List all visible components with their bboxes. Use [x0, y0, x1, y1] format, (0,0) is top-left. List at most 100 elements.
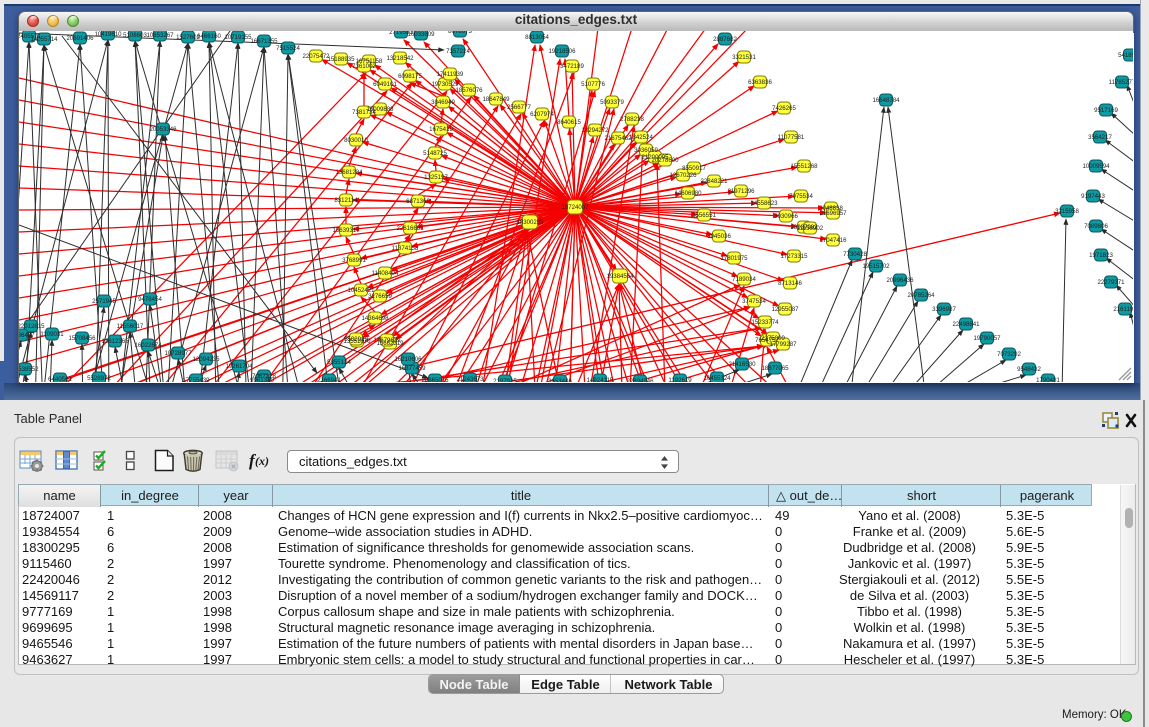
svg-text:12955087: 12955087 — [771, 306, 799, 313]
svg-text:17536477: 17536477 — [19, 332, 35, 339]
svg-text:10538552: 10538552 — [19, 366, 39, 373]
svg-text:21416580: 21416580 — [728, 361, 756, 368]
svg-text:5107776: 5107776 — [581, 81, 605, 88]
svg-text:6049101: 6049101 — [373, 81, 397, 88]
svg-text:16033809: 16033809 — [407, 31, 435, 38]
svg-text:8813054: 8813054 — [525, 34, 549, 41]
svg-text:2788238: 2788238 — [620, 116, 644, 123]
svg-text:15009888: 15009888 — [366, 106, 394, 113]
svg-text:9197443: 9197443 — [1081, 193, 1105, 200]
svg-text:12094235: 12094235 — [192, 356, 220, 363]
svg-text:5148725: 5148725 — [423, 150, 447, 157]
svg-text:14055714: 14055714 — [30, 36, 58, 43]
svg-text:3653446: 3653446 — [548, 378, 572, 382]
svg-text:2571945: 2571945 — [92, 298, 116, 305]
svg-text:5502929: 5502929 — [344, 336, 368, 343]
svg-text:22616631: 22616631 — [396, 225, 424, 232]
svg-text:10009594: 10009594 — [1082, 163, 1110, 170]
svg-text:3276659: 3276659 — [368, 293, 392, 300]
svg-text:17799287: 17799287 — [769, 341, 797, 348]
svg-text:20053346: 20053346 — [149, 126, 177, 133]
svg-text:20785264: 20785264 — [907, 292, 935, 299]
svg-text:7361002: 7361002 — [352, 63, 376, 70]
svg-text:3396987: 3396987 — [932, 306, 956, 313]
svg-text:13218542: 13218542 — [386, 55, 414, 62]
svg-text:22279371: 22279371 — [1097, 279, 1125, 286]
svg-text:6098175: 6098175 — [398, 73, 422, 80]
svg-text:2566777: 2566777 — [507, 104, 531, 111]
svg-text:3321531: 3321531 — [732, 54, 756, 61]
svg-text:1109031: 1109031 — [40, 331, 64, 338]
svg-text:11556017: 11556017 — [117, 323, 144, 330]
svg-text:20691406: 20691406 — [66, 35, 94, 42]
svg-text:22075472: 22075472 — [302, 53, 330, 60]
svg-text:19515702: 19515702 — [862, 263, 890, 270]
svg-text:3030966: 3030966 — [774, 213, 798, 220]
svg-text:7357224: 7357224 — [446, 48, 470, 55]
svg-text:18877065: 18877065 — [761, 365, 789, 372]
svg-text:6207974: 6207974 — [530, 111, 554, 118]
svg-text:20278600: 20278600 — [651, 157, 679, 164]
svg-text:22498841: 22498841 — [952, 321, 980, 328]
svg-text:7089806: 7089806 — [1084, 223, 1108, 230]
svg-text:7073292: 7073292 — [997, 351, 1021, 358]
svg-text:9961380: 9961380 — [250, 377, 274, 382]
svg-text:15639317: 15639317 — [332, 227, 360, 234]
svg-text:21243673: 21243673 — [456, 376, 484, 382]
svg-text:19261704: 19261704 — [225, 363, 253, 370]
svg-text:20996436: 20996436 — [886, 277, 914, 284]
svg-text:19384554: 19384554 — [606, 273, 634, 280]
svg-text:5855124: 5855124 — [327, 359, 351, 366]
svg-text:10653267: 10653267 — [146, 32, 174, 39]
svg-text:18647849: 18647849 — [482, 96, 510, 103]
svg-text:15551268: 15551268 — [790, 163, 818, 170]
svg-text:15188935: 15188935 — [327, 56, 355, 63]
svg-text:9548432: 9548432 — [1017, 366, 1041, 373]
svg-text:3036059: 3036059 — [634, 147, 658, 154]
svg-text:16648784: 16648784 — [872, 97, 900, 104]
svg-text:7515524: 7515524 — [276, 45, 300, 52]
svg-text:16455324: 16455324 — [703, 375, 731, 382]
svg-text:5528972: 5528972 — [87, 375, 111, 382]
svg-text:2161193: 2161193 — [1113, 306, 1133, 313]
svg-text:11374158: 11374158 — [392, 245, 419, 252]
svg-text:1192619: 1192619 — [668, 377, 692, 382]
svg-text:1790481: 1790481 — [1036, 377, 1060, 382]
svg-text:8550917: 8550917 — [682, 165, 706, 172]
svg-text:21696957: 21696957 — [819, 210, 847, 217]
svg-text:11156902: 11156902 — [797, 225, 824, 232]
svg-text:22012815: 22012815 — [19, 323, 45, 330]
svg-text:14606980: 14606980 — [674, 190, 702, 197]
svg-text:16022674: 16022674 — [134, 342, 162, 349]
svg-text:3556551: 3556551 — [692, 212, 716, 219]
svg-text:17801975: 17801975 — [720, 255, 748, 262]
svg-text:18294272: 18294272 — [581, 127, 609, 134]
svg-text:8640615: 8640615 — [557, 119, 581, 126]
svg-text:14364698: 14364698 — [361, 315, 389, 322]
svg-text:15233774: 15233774 — [751, 319, 779, 326]
svg-text:6363836: 6363836 — [748, 79, 772, 86]
svg-text:8078673: 8078673 — [448, 31, 472, 35]
svg-text:9517169: 9517169 — [1094, 107, 1118, 114]
svg-text:20665015: 20665015 — [421, 377, 449, 382]
svg-text:3472189: 3472189 — [560, 63, 584, 70]
svg-text:1675419: 1675419 — [429, 126, 453, 133]
svg-text:2166941: 2166941 — [317, 377, 341, 382]
svg-text:6466160: 6466160 — [197, 33, 221, 40]
svg-text:8945036: 8945036 — [707, 233, 731, 240]
svg-text:5418934: 5418934 — [1118, 52, 1133, 59]
svg-text:7730428: 7730428 — [843, 251, 867, 258]
svg-text:5108603: 5108603 — [123, 32, 147, 39]
svg-text:16671355: 16671355 — [250, 38, 278, 45]
svg-text:18300295: 18300295 — [516, 219, 544, 226]
svg-text:6871360: 6871360 — [406, 198, 430, 205]
svg-text:3215958: 3215958 — [1055, 208, 1079, 215]
svg-text:10719155: 10719155 — [224, 34, 252, 41]
svg-text:15708456: 15708456 — [68, 335, 96, 342]
svg-text:1325197: 1325197 — [424, 174, 448, 181]
svg-text:19790057: 19790057 — [973, 335, 1001, 342]
svg-text:3846949: 3846949 — [431, 99, 455, 106]
svg-text:7975534: 7975534 — [789, 193, 813, 200]
svg-text:3747534: 3747534 — [742, 298, 766, 305]
svg-text:10728977: 10728977 — [164, 350, 192, 357]
